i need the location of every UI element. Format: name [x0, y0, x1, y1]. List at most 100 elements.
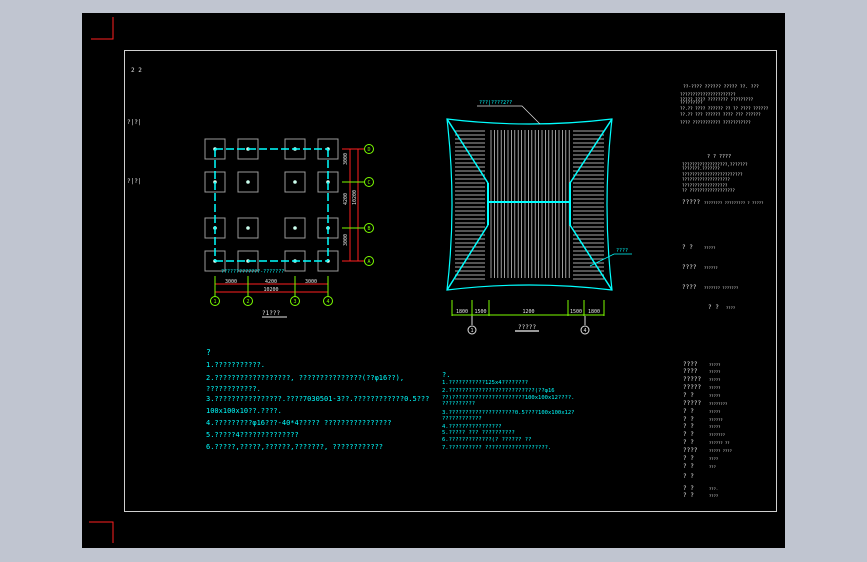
title-block-field-label: ? ?	[708, 304, 719, 311]
title-block-note: ???????.???????	[682, 166, 720, 171]
note-line: 5.????? ??? ??????????	[442, 430, 515, 436]
title-block-note: ???????????????????	[682, 177, 730, 182]
sign-value: ?????	[709, 377, 720, 382]
roof-label-right: ????	[616, 248, 628, 254]
notes-heading: ?.	[442, 371, 450, 379]
column	[246, 180, 250, 184]
sign-value: ?????	[709, 409, 720, 414]
axis-label: D	[367, 147, 370, 153]
sign-label: ? ?	[683, 431, 694, 438]
sign-value: ?????	[709, 362, 720, 367]
axis-label: B	[367, 226, 370, 232]
column	[246, 226, 250, 230]
sign-value: ????	[709, 456, 718, 461]
title-block-field-value: ??????? ???????	[704, 285, 738, 290]
dimension-text: 1500	[570, 309, 582, 315]
sign-value: ????? ????	[709, 448, 732, 453]
dimension-total: 10200	[352, 190, 358, 205]
title-block-field-label: ????	[682, 264, 697, 271]
dimension-text: 3000	[225, 279, 237, 285]
axis-label: 1	[213, 299, 216, 305]
column	[293, 226, 297, 230]
dimension-text: 3000	[305, 279, 317, 285]
sign-value: ?????? ??	[709, 440, 730, 445]
note-line: ????????????	[442, 416, 482, 422]
axis-label: 3	[293, 299, 296, 305]
note-line: 5.?????4??????????????	[206, 431, 299, 439]
note-line: ??????????	[442, 401, 475, 407]
sheet-mark: 2 2	[131, 67, 142, 74]
sign-label: ? ?	[683, 416, 694, 423]
notes-heading: ?	[206, 348, 211, 357]
sign-value: ?????	[709, 424, 720, 429]
sheet-vertical-mark: ?|?|	[127, 178, 141, 185]
title-block-note: ?? ??????????????????	[682, 188, 735, 193]
sign-value: ?????	[709, 385, 720, 390]
title-block-notes-heading: ? ? ????	[707, 154, 731, 160]
title-block-row: ???? ??????????? ???????????	[680, 120, 751, 125]
cad-drawing-canvas[interactable]: 2 2 ?|?| ?|?| D C B A 3000 4200 3000 10200 1 2 3 4 3…	[0, 0, 867, 562]
note-line: 2.??????????????????????????(??φ16	[442, 388, 555, 394]
sign-label: ? ?	[683, 408, 694, 415]
note-line: 1.???????????125x4????????	[442, 380, 528, 386]
sign-label: ?????	[683, 376, 701, 383]
title-block-field-label: ????	[682, 284, 697, 291]
sign-label: ? ?	[683, 455, 694, 462]
sign-label: ? ?	[683, 463, 694, 470]
sign-label: ? ?	[683, 392, 694, 399]
plan-title: ?1???	[262, 310, 280, 317]
dimension-text: 1800	[588, 309, 600, 315]
note-line: ????????????.	[206, 385, 261, 393]
sign-label: ? ?	[683, 473, 694, 480]
title-block-field-value: ????	[726, 305, 735, 310]
axis-label: 1	[470, 328, 473, 334]
title-block-row: ??.?? ???? ?????? ?? ?? ???? ??????	[680, 106, 769, 111]
axis-label: 4	[326, 299, 329, 305]
title-block-field-label: ? ?	[682, 244, 693, 251]
note-line: 2.??????????????????, ???????????????(??…	[206, 374, 404, 382]
note-line: 100x100x10??.????.	[206, 407, 282, 415]
title-block-field-value: ???????? ????????? ? ?????	[704, 200, 763, 205]
title-block-field-value: ??????	[704, 265, 718, 270]
dimension-text: 4200	[343, 193, 349, 205]
dimension-text: 3000	[343, 153, 349, 165]
sign-value: ??????	[709, 417, 723, 422]
axis-label: A	[367, 259, 370, 265]
plan-note-label: ?????????????-???????	[221, 269, 284, 275]
sign-label: ?????	[683, 384, 701, 391]
sign-value: ???	[709, 464, 716, 469]
dimension-total: 10200	[263, 287, 278, 293]
axis-label: 2	[246, 299, 249, 305]
sign-value: ?????	[709, 369, 720, 374]
sign-value: ?????	[709, 393, 720, 398]
note-line: 6.?????????????(? ?????? ??	[442, 437, 531, 443]
sign-value: ????	[709, 493, 718, 498]
note-line: 4.?????????φ16???-40*4????? ????????????…	[206, 419, 391, 427]
sign-label: ? ?	[683, 485, 694, 492]
dimension-text: 1800	[456, 309, 468, 315]
note-line: 1.???????????.	[206, 361, 265, 369]
sheet-vertical-mark: ?|?|	[127, 119, 141, 126]
sign-label: ????	[683, 447, 698, 454]
dimension-text: 4200	[265, 279, 277, 285]
column	[293, 180, 297, 184]
sign-label: ? ?	[683, 423, 694, 430]
axis-label: 4	[583, 328, 586, 334]
sign-label: ? ?	[683, 439, 694, 446]
dimension-text: 3000	[343, 234, 349, 246]
sign-value: ???????	[709, 432, 725, 437]
axis-label: C	[367, 180, 370, 186]
title-block-field-label: ?????	[682, 199, 700, 206]
sign-label: ? ?	[683, 492, 694, 499]
roof-title: ?????	[518, 324, 536, 331]
roof-label-top: ???|????2??	[479, 100, 512, 106]
dimension-text: 1200	[522, 309, 534, 315]
sign-value: ???-	[709, 486, 718, 491]
sign-value: ????????	[709, 401, 727, 406]
sign-label: ????	[683, 368, 698, 375]
sign-label: ????	[683, 361, 698, 368]
title-block-row: ??.?? ??? ?????? ???? ??? ??????	[680, 112, 761, 117]
note-line: 7.?????????? ???????????????????.	[442, 445, 551, 451]
note-line: 3.????????????????.????7030501-3??.?????…	[206, 395, 429, 403]
dimension-text: 1500	[474, 309, 486, 315]
